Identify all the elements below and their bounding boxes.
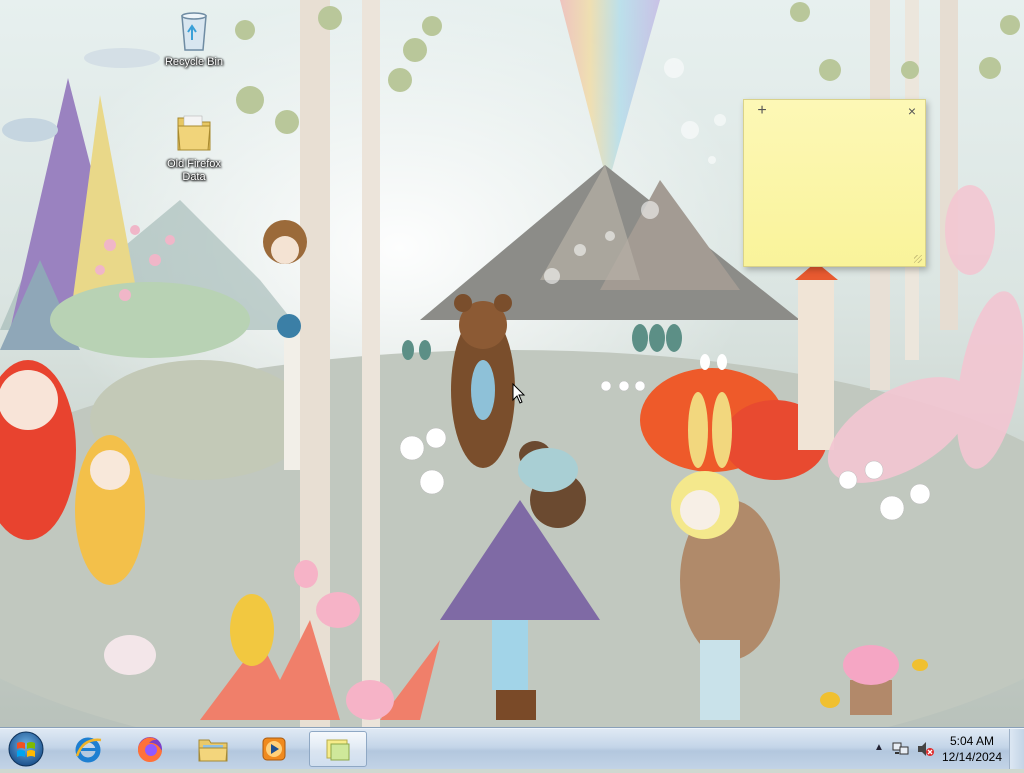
desktop-icon-old-firefox-data[interactable]: Old Firefox Data	[156, 108, 232, 184]
start-button[interactable]	[4, 730, 48, 768]
taskbar-media-player[interactable]	[248, 731, 300, 767]
sticky-note-text[interactable]	[752, 126, 917, 252]
volume-muted-icon[interactable]	[916, 741, 934, 757]
desktop-icon-recycle-bin[interactable]: Recycle Bin	[156, 6, 232, 69]
taskbar-internet-explorer[interactable]	[62, 731, 114, 767]
desktop[interactable]: Recycle Bin Old Firefox Data + ×	[0, 0, 1024, 728]
add-note-button[interactable]: +	[755, 102, 769, 120]
resize-grip-icon[interactable]	[914, 255, 922, 263]
sticky-notes-icon	[326, 739, 350, 761]
system-tray: ▲ 5:04 AM 12/14/2024	[864, 729, 1024, 769]
clock-date[interactable]: 12/14/2024	[936, 750, 1008, 764]
internet-explorer-icon	[75, 737, 102, 763]
windows-logo-icon	[8, 731, 44, 767]
taskbar-sticky-notes[interactable]	[309, 731, 367, 767]
show-desktop-button[interactable]	[1009, 729, 1024, 769]
close-note-button[interactable]: ×	[908, 103, 916, 119]
taskbar-firefox[interactable]	[124, 731, 176, 767]
old-firefox-data-label: Old Firefox Data	[167, 158, 221, 183]
media-player-icon	[262, 737, 286, 761]
mouse-cursor-icon	[512, 383, 526, 404]
sticky-note[interactable]: + ×	[743, 99, 926, 267]
recycle-bin-label: Recycle Bin	[164, 56, 224, 68]
taskbar: ▲ 5:04 AM 12/14/2024	[0, 728, 1024, 769]
show-hidden-icons-button[interactable]: ▲	[874, 742, 884, 753]
taskbar-windows-explorer[interactable]	[186, 731, 238, 767]
recycle-bin-icon	[181, 12, 207, 51]
network-icon[interactable]	[892, 741, 910, 757]
file-explorer-icon	[198, 739, 228, 762]
sticky-note-titlebar[interactable]: + ×	[744, 100, 925, 122]
firefox-icon	[137, 737, 162, 763]
clock-time[interactable]: 5:04 AM	[942, 734, 1002, 748]
folder-icon	[177, 115, 211, 151]
